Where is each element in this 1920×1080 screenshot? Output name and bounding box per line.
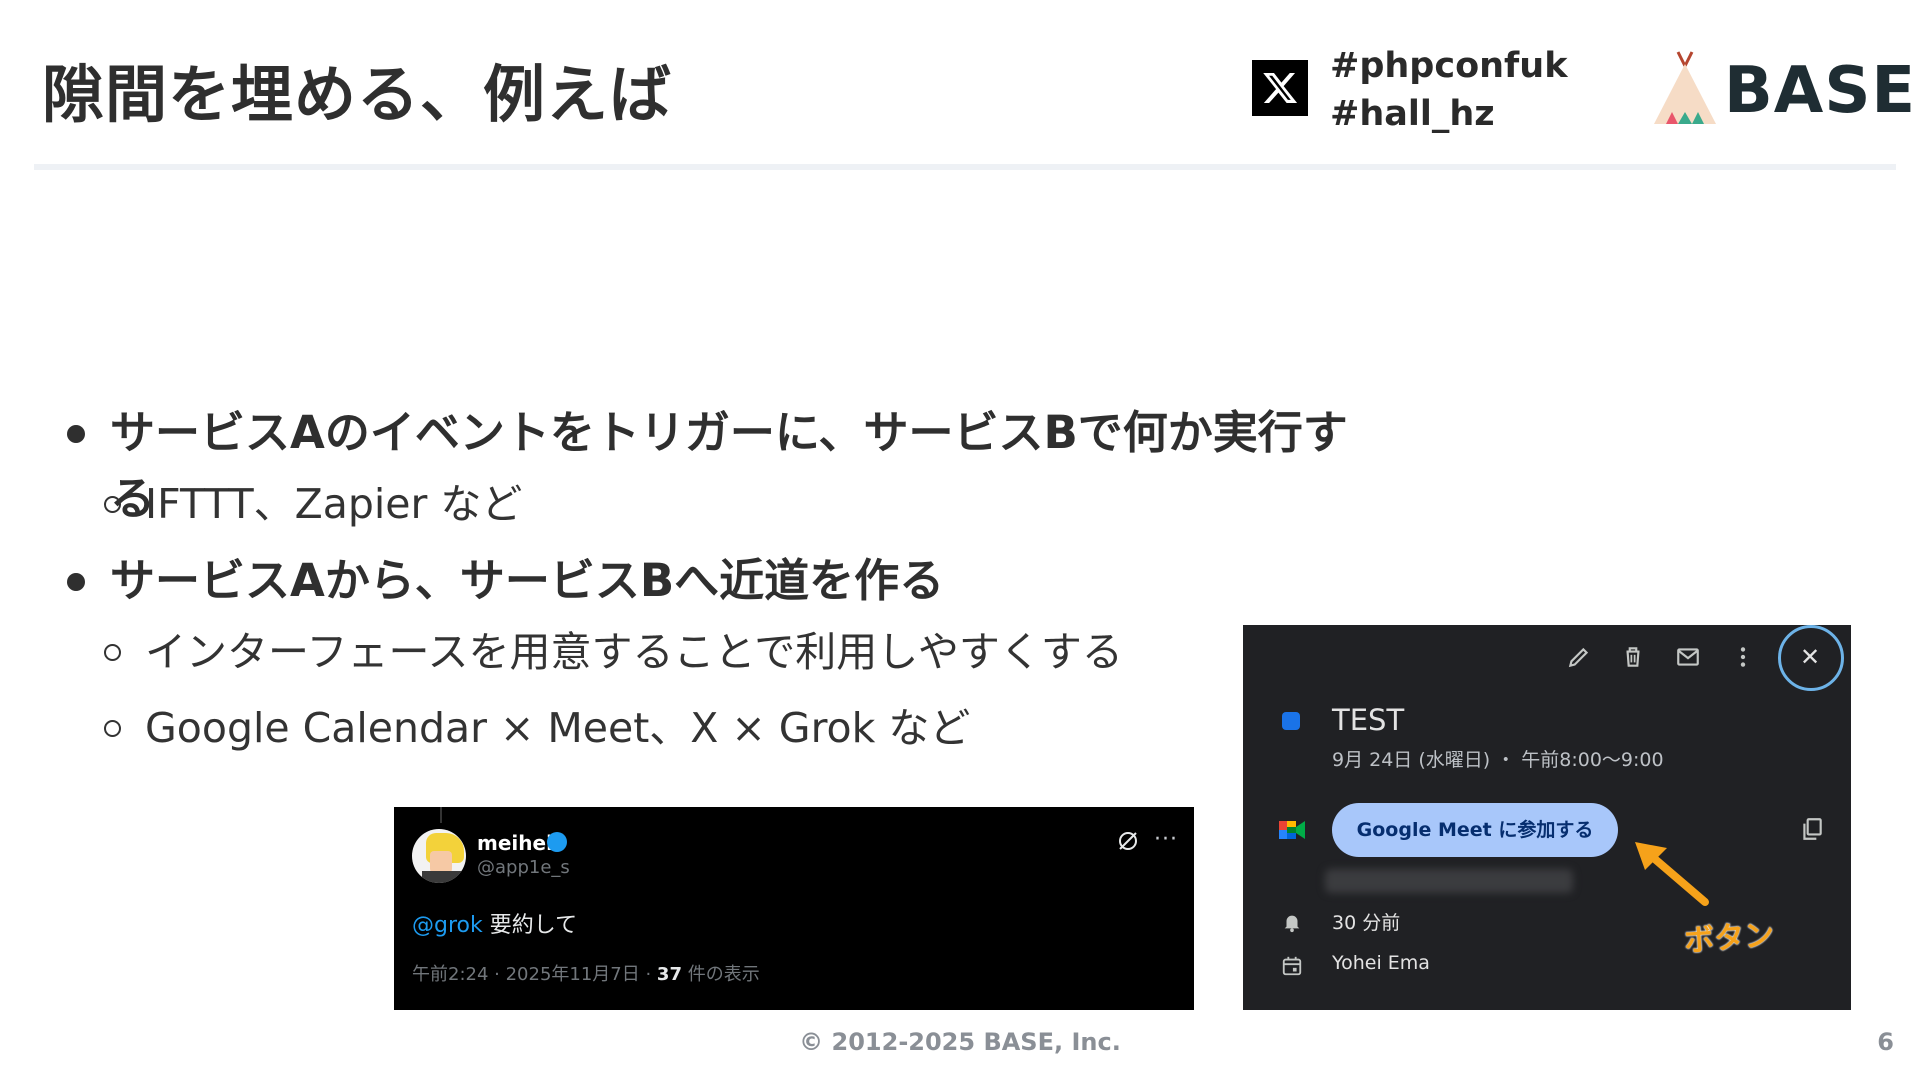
- notification-time: 30 分前: [1332, 912, 1401, 934]
- tent-icon: [1654, 51, 1716, 124]
- calendar-icon: [1282, 956, 1302, 976]
- email-icon[interactable]: [1675, 644, 1701, 670]
- tweet-author-name[interactable]: meihei: [477, 831, 553, 855]
- hashtags: #phpconfuk #hall_hz: [1330, 42, 1567, 138]
- sub-bullet-2-1: インターフェースを用意することで利用しやすくする: [60, 614, 1360, 690]
- tweet-body: 要約して: [482, 913, 578, 938]
- event-color-dot: [1282, 712, 1300, 730]
- button-callout-label: ボタン: [1683, 917, 1776, 960]
- avatar[interactable]: [412, 829, 466, 883]
- close-icon[interactable]: ✕: [1800, 643, 1820, 671]
- slide-title: 隙間を埋める、例えば: [42, 58, 673, 131]
- join-meet-button[interactable]: Google Meet に参加する: [1332, 803, 1618, 857]
- tweet-view-count: 37: [656, 964, 682, 985]
- hashtag-hall: #hall_hz: [1330, 94, 1495, 134]
- bell-icon: [1284, 915, 1300, 933]
- copy-icon[interactable]: [1799, 816, 1825, 842]
- page-number: 6: [1877, 1028, 1894, 1056]
- sub-bullet-2-2: Google Calendar × Meet、X × Grok など: [60, 690, 1360, 766]
- delete-icon[interactable]: [1620, 644, 1646, 670]
- edit-icon[interactable]: [1566, 644, 1592, 670]
- x-logo-icon: [1252, 60, 1308, 116]
- footer-copyright: © 2012-2025 BASE, Inc.: [799, 1028, 1121, 1056]
- tweet-text: @grok 要約して: [412, 907, 577, 939]
- arrow-annotation-icon: [1635, 842, 1709, 906]
- tweet-screenshot: meihei @app1e_s ··· @grok 要約して 午前2:24 · …: [394, 807, 1194, 1010]
- brand-name: BASE: [1724, 54, 1917, 128]
- tweet-author-handle[interactable]: @app1e_s: [477, 857, 570, 878]
- calendar-event-popup: ✕ TEST 9月 24日 (水曜日) ・ 午前8:00〜9:00 Google…: [1243, 625, 1851, 1010]
- calendar-owner: Yohei Ema: [1332, 952, 1430, 974]
- sub-bullet-1-1: IFTTT、Zapier など: [60, 466, 1360, 542]
- thread-line: [440, 807, 442, 823]
- tweet-timestamp[interactable]: 午前2:24 · 2025年11月7日 ·: [412, 964, 657, 985]
- more-options-icon[interactable]: ···: [1154, 827, 1178, 852]
- bullet-list: サービスAのイベントをトリガーに、サービスBで何か実行する IFTTT、Zapi…: [60, 400, 1360, 766]
- bullet-2: サービスAから、サービスBへ近道を作る: [60, 548, 1360, 614]
- bullet-1: サービスAのイベントをトリガーに、サービスBで何か実行する: [60, 400, 1360, 525]
- hashtag-phpconfuk: #phpconfuk: [1330, 46, 1568, 86]
- google-meet-icon: [1279, 821, 1305, 839]
- header-divider: [34, 164, 1896, 170]
- event-title: TEST: [1332, 703, 1405, 737]
- tweet-view-label: 件の表示: [681, 964, 760, 985]
- more-vert-icon[interactable]: [1730, 644, 1756, 670]
- base-logo: BASE: [1652, 50, 1915, 130]
- blurred-meet-link: [1325, 869, 1573, 893]
- event-date: 9月 24日 (水曜日) ・ 午前8:00〜9:00: [1332, 749, 1664, 771]
- tweet-meta: 午前2:24 · 2025年11月7日 · 37 件の表示: [412, 960, 760, 986]
- verified-badge-icon: [547, 832, 567, 852]
- grok-icon[interactable]: [1116, 829, 1140, 853]
- tweet-mention[interactable]: @grok: [412, 913, 483, 938]
